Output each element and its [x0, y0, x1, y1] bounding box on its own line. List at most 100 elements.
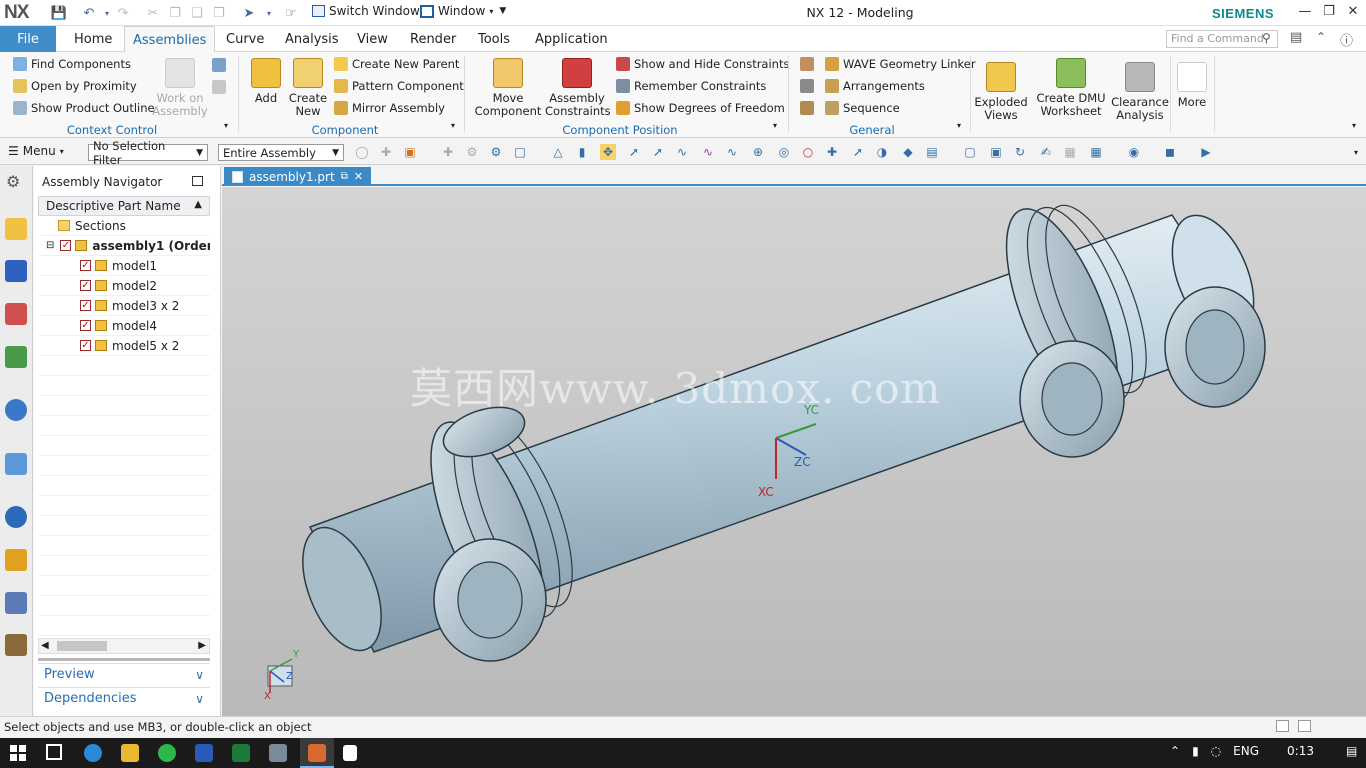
maximize-panel-icon[interactable] [192, 176, 203, 186]
mirror-assembly-button[interactable]: Mirror Assembly [334, 101, 445, 115]
edge-browser-icon[interactable] [84, 744, 102, 762]
battery-icon[interactable]: ▮ [1192, 744, 1199, 758]
tree-row-model4[interactable]: ✓ model4 [38, 316, 210, 336]
snap-tool-icon[interactable]: ✚ [378, 144, 394, 160]
repeat-command-icon[interactable]: ➤ [240, 4, 258, 22]
select-body-icon[interactable]: △ [550, 144, 566, 160]
snap-tool-icon[interactable]: ⚙ [464, 144, 480, 160]
snap-tool-icon[interactable]: ◯ [354, 144, 370, 160]
tab-assemblies[interactable]: Assemblies [124, 26, 216, 53]
task-view-icon[interactable] [46, 744, 62, 760]
tray-expand-icon[interactable]: ⌃ [1170, 744, 1180, 758]
window-layout-icon[interactable]: ▤ [1290, 30, 1302, 45]
snap-bounded-icon[interactable]: ◆ [900, 144, 916, 160]
pan-icon[interactable]: ✍ [1038, 144, 1054, 160]
group-dropdown-icon[interactable]: ▾ [451, 121, 455, 130]
selection-scope-dropdown[interactable]: Entire Assembly ▼ [218, 144, 344, 161]
create-new-button[interactable]: Create New [287, 58, 329, 118]
fit-view-icon[interactable]: ▢ [962, 144, 978, 160]
restore-icon[interactable]: ❐ [1318, 4, 1340, 22]
tree-row-model2[interactable]: ✓ model2 [38, 276, 210, 296]
toolbar-options-icon[interactable]: ▾ [1354, 148, 1358, 157]
menu-button[interactable]: ☰ Menu ▾ [8, 144, 64, 158]
file-menu-button[interactable]: File [0, 26, 56, 52]
move-component-button[interactable]: Move Component [474, 58, 542, 118]
save-icon[interactable]: 💾 [50, 4, 68, 22]
file-explorer-icon[interactable] [121, 744, 139, 762]
more-button[interactable]: More [1172, 62, 1212, 109]
snap-existing-point-icon[interactable]: ✚ [824, 144, 840, 160]
tree-row-assembly[interactable]: ⊟ ✓ assembly1 (Order: Ch [38, 236, 210, 256]
wave-geometry-linker-button[interactable]: WAVE Geometry Linker [825, 57, 976, 71]
notifications-icon[interactable]: ▤ [1346, 744, 1357, 758]
show-hide-constraints-button[interactable]: Show and Hide Constraints [616, 57, 789, 71]
dependencies-panel-header[interactable]: Dependencies ∨ [38, 687, 210, 709]
arrangements-button[interactable]: Arrangements [825, 79, 925, 93]
zoom-icon[interactable]: ▣ [988, 144, 1004, 160]
notes-icon[interactable] [343, 745, 357, 761]
word-icon[interactable] [195, 744, 213, 762]
web-browser-icon[interactable] [5, 453, 27, 475]
tree-row-model1[interactable]: ✓ model1 [38, 256, 210, 276]
tree-row-model5[interactable]: ✓ model5 x 2 [38, 336, 210, 356]
context-tool-icon-2[interactable] [212, 80, 226, 94]
language-indicator[interactable]: ENG [1233, 744, 1259, 758]
cut-icon[interactable]: ✂ [144, 4, 162, 22]
checkbox-icon[interactable]: ✓ [80, 340, 91, 351]
snap-line-icon[interactable]: ➚ [626, 144, 642, 160]
show-degrees-of-freedom-button[interactable]: Show Degrees of Freedom [616, 101, 785, 115]
tree-row-sections[interactable]: Sections [38, 216, 210, 236]
tab-application[interactable]: Application [527, 26, 616, 52]
assembly-navigator-icon[interactable] [5, 218, 27, 240]
clearance-analysis-button[interactable]: Clearance Analysis [1110, 62, 1170, 122]
context-tool-icon[interactable] [212, 58, 226, 72]
snap-grid-icon[interactable]: ▤ [924, 144, 940, 160]
checkbox-icon[interactable]: ✓ [80, 320, 91, 331]
snap-on-curve-icon[interactable]: ➚ [850, 144, 866, 160]
exploded-views-button[interactable]: Exploded Views [974, 62, 1028, 122]
sequence-button[interactable]: Sequence [825, 101, 900, 115]
touch-mode-icon[interactable]: ☞ [282, 4, 300, 22]
tab-view[interactable]: View [349, 26, 396, 52]
close-tab-icon[interactable]: ✕ [354, 170, 363, 183]
remember-constraints-button[interactable]: Remember Constraints [616, 79, 766, 93]
selection-filter-dropdown[interactable]: No Selection Filter ▼ [88, 139, 208, 167]
scroll-left-icon[interactable]: ◀ [41, 640, 49, 651]
tab-analysis[interactable]: Analysis [277, 26, 347, 52]
paste-icon[interactable]: ❑ [188, 4, 206, 22]
tab-popout-icon[interactable]: ⧉ [341, 171, 348, 182]
horizontal-scrollbar[interactable]: ◀ ▶ [38, 638, 210, 654]
tab-curve[interactable]: Curve [218, 26, 272, 52]
snap-on-face-icon[interactable]: ◑ [874, 144, 890, 160]
nx-taskbar-button[interactable] [300, 738, 334, 768]
hd3d-tools-icon[interactable] [5, 399, 27, 421]
general-tool-icon-1[interactable] [800, 57, 814, 71]
snap-line-icon-2[interactable]: ➚ [650, 144, 666, 160]
undo-icon[interactable]: ↶ [80, 4, 98, 22]
constraint-navigator-icon[interactable] [5, 260, 27, 282]
snap-quadrant-icon[interactable]: ○ [800, 144, 816, 160]
redo-icon[interactable]: ↷ [114, 4, 132, 22]
snap-curve-icon[interactable]: ∿ [674, 144, 690, 160]
snap-intersection-icon[interactable]: ∿ [724, 144, 740, 160]
navigator-column-header[interactable]: Descriptive Part Name ▲ [38, 196, 210, 216]
snap-control-point-icon[interactable]: ∿ [700, 144, 716, 160]
snap-arc-icon[interactable]: ⊕ [750, 144, 766, 160]
wifi-icon[interactable]: ◌ [1211, 744, 1221, 758]
select-rectangle-icon[interactable]: □ [512, 144, 528, 160]
checkbox-icon[interactable]: ✓ [60, 240, 72, 251]
general-tool-icon-3[interactable] [800, 101, 814, 115]
checkbox-icon[interactable]: ✓ [80, 280, 91, 291]
status-icon-2[interactable] [1298, 720, 1311, 732]
tab-home[interactable]: Home [66, 26, 120, 52]
work-on-assembly-button[interactable]: Work on Assembly [150, 58, 210, 118]
gear-icon[interactable]: ⚙ [6, 172, 20, 191]
repeat-dropdown-icon[interactable]: ▾ [260, 4, 278, 22]
copy-icon[interactable]: ❐ [166, 4, 184, 22]
excel-icon[interactable] [232, 744, 250, 762]
open-by-proximity-button[interactable]: Open by Proximity [13, 79, 137, 93]
manufacturing-wizards-icon[interactable] [5, 592, 27, 614]
snap-tool-icon[interactable]: ⚙ [488, 144, 504, 160]
graphics-window[interactable]: 莫西网www. 3dmox. com YC ZC XC Y Z X [222, 187, 1366, 716]
orient-view-icon[interactable]: ◼ [1162, 144, 1178, 160]
